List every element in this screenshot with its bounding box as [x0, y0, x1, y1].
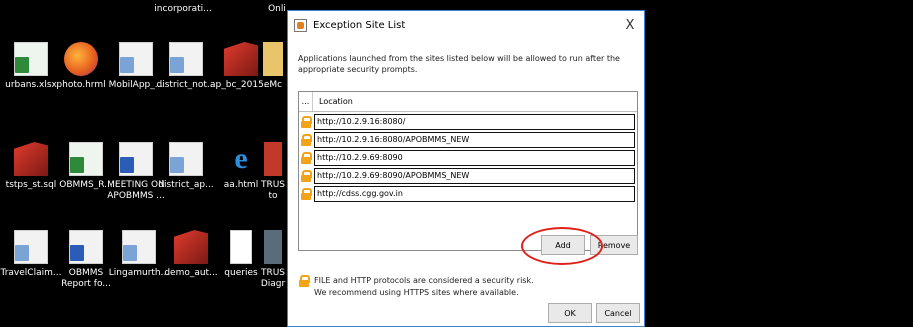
desktop-icon[interactable]: TRUS to	[258, 142, 288, 202]
table-row[interactable]: http://10.2.9.16:8080/APOBMMS_NEW	[299, 132, 637, 148]
desktop-icon-label: eMc	[263, 80, 283, 90]
site-list-table[interactable]: ... Location http://10.2.9.16:8080/ http…	[298, 91, 638, 251]
table-header: ... Location	[299, 92, 637, 112]
location-cell[interactable]: http://cdss.cgg.gov.in	[314, 186, 635, 202]
desktop-icon[interactable]: TRUS Diagr	[258, 230, 288, 290]
app-icon	[264, 142, 282, 176]
dialog-title: Exception Site List	[313, 19, 406, 31]
lock-icon	[300, 134, 312, 146]
sql-file-icon	[224, 42, 258, 76]
desktop-icon[interactable]: tstps_st.sql	[0, 142, 62, 191]
desktop-top-label[interactable]: incorporati...	[148, 4, 218, 15]
desktop-icon[interactable]: TravelClaim...	[0, 230, 62, 279]
desktop-icon-label: tstps_st.sql	[5, 180, 57, 190]
word-file-icon	[119, 142, 153, 176]
column-header-dots: ...	[299, 92, 313, 111]
ie-icon: e	[234, 142, 248, 175]
text-file-icon	[230, 230, 252, 264]
desktop-icon[interactable]: district_ap...	[155, 142, 217, 191]
ok-button[interactable]: OK	[548, 303, 592, 323]
desktop-icon-label: TravelClaim...	[0, 268, 62, 278]
sql-file-icon	[174, 230, 208, 264]
table-row[interactable]: http://cdss.cgg.gov.in	[299, 186, 637, 202]
desktop-top-label-text: incorporati...	[154, 4, 212, 14]
lock-icon	[300, 116, 312, 128]
security-note-line2: We recommend using HTTPS sites where ava…	[314, 288, 519, 297]
close-button[interactable]: X	[616, 18, 644, 33]
table-row[interactable]: http://10.2.9.69:8090	[299, 150, 637, 166]
excel-file-icon	[69, 142, 103, 176]
table-row[interactable]: http://10.2.9.69:8090/APOBMMS_NEW	[299, 168, 637, 184]
doc-file-icon	[14, 230, 48, 264]
app-icon	[264, 230, 282, 264]
table-row[interactable]: http://10.2.9.16:8080/	[299, 114, 637, 130]
desktop-icon-label: district_not...	[156, 80, 216, 90]
cancel-button[interactable]: Cancel	[596, 303, 640, 323]
doc-file-icon	[119, 42, 153, 76]
location-cell[interactable]: http://10.2.9.16:8080/	[314, 114, 635, 130]
dialog-titlebar[interactable]: Exception Site List X	[288, 11, 644, 39]
folder-icon	[263, 42, 283, 76]
annotation-circle	[521, 227, 603, 265]
desktop-icon-label: TRUS Diagr	[260, 268, 286, 289]
exception-site-list-dialog: Exception Site List X Applications launc…	[287, 10, 645, 327]
doc-file-icon	[122, 230, 156, 264]
desktop-icon-label: TRUS to	[260, 180, 286, 201]
desktop-icon[interactable]: photo.hrml	[50, 42, 112, 91]
desktop-icon-label: district_ap...	[158, 180, 214, 190]
lock-icon	[298, 275, 310, 287]
desktop-icon-label: photo.hrml	[56, 80, 106, 90]
security-note: FILE and HTTP protocols are considered a…	[298, 275, 534, 299]
doc-file-icon	[169, 42, 203, 76]
lock-icon	[300, 152, 312, 164]
desktop-icon[interactable]: district_not...	[155, 42, 217, 91]
excel-file-icon	[14, 42, 48, 76]
sql-file-icon	[14, 142, 48, 176]
location-cell[interactable]: http://10.2.9.16:8080/APOBMMS_NEW	[314, 132, 635, 148]
doc-file-icon	[169, 142, 203, 176]
lock-icon	[300, 188, 312, 200]
location-cell[interactable]: http://10.2.9.69:8090/APOBMMS_NEW	[314, 168, 635, 184]
column-header-location[interactable]: Location	[313, 97, 353, 106]
word-file-icon	[69, 230, 103, 264]
security-note-line1: FILE and HTTP protocols are considered a…	[314, 276, 534, 285]
java-icon	[294, 18, 307, 32]
desktop-icon[interactable]: eMc	[258, 42, 288, 91]
location-cell[interactable]: http://10.2.9.69:8090	[314, 150, 635, 166]
lock-icon	[300, 170, 312, 182]
firefox-icon	[64, 42, 98, 76]
dialog-description: Applications launched from the sites lis…	[298, 54, 620, 74]
